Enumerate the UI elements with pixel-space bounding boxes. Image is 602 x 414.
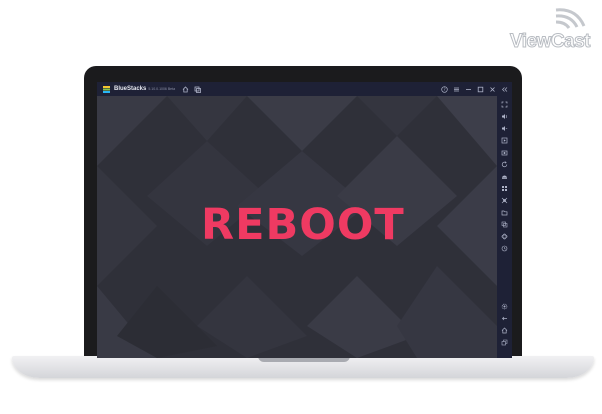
- controls-icon[interactable]: [500, 184, 509, 193]
- home-icon[interactable]: [500, 326, 509, 335]
- volume-down-icon[interactable]: [500, 124, 509, 133]
- game-viewport[interactable]: REBOOT: [97, 96, 497, 358]
- collapse-sidebar-icon[interactable]: [500, 85, 509, 94]
- folder-icon[interactable]: [500, 208, 509, 217]
- shake-icon[interactable]: [500, 172, 509, 181]
- svg-text:?: ?: [443, 87, 445, 92]
- game-logo-title: REBOOT: [201, 200, 405, 250]
- bluestacks-sidebar: [497, 96, 512, 358]
- eco-mode-icon[interactable]: [500, 232, 509, 241]
- recent-apps-icon[interactable]: [500, 338, 509, 347]
- wifi-signal-icon: [555, 8, 586, 29]
- macro-icon[interactable]: [500, 196, 509, 205]
- help-icon[interactable]: ?: [440, 85, 449, 94]
- close-icon[interactable]: [488, 85, 497, 94]
- video-record-icon[interactable]: [500, 136, 509, 145]
- screenshot-icon[interactable]: [500, 148, 509, 157]
- sync-icon[interactable]: [500, 244, 509, 253]
- multi-instance-icon[interactable]: [193, 85, 202, 94]
- app-version: 5.10.0.1006 Beta: [148, 87, 176, 91]
- back-icon[interactable]: [500, 314, 509, 323]
- laptop-screen: BlueStacks 5.10.0.1006 Beta ? REBOOT: [97, 82, 512, 358]
- bluestacks-titlebar: BlueStacks 5.10.0.1006 Beta ?: [97, 82, 512, 96]
- minimize-icon[interactable]: [464, 85, 473, 94]
- viewcast-watermark: ViewCast: [496, 4, 596, 54]
- app-title: BlueStacks: [114, 86, 147, 92]
- home-icon[interactable]: [181, 85, 190, 94]
- rotate-icon[interactable]: [500, 160, 509, 169]
- volume-up-icon[interactable]: [500, 112, 509, 121]
- maximize-icon[interactable]: [476, 85, 485, 94]
- bluestacks-logo-icon: [102, 85, 111, 94]
- fullscreen-icon[interactable]: [500, 100, 509, 109]
- menu-icon[interactable]: [452, 85, 461, 94]
- multi-instance-icon[interactable]: [500, 220, 509, 229]
- watermark-text: ViewCast: [509, 31, 591, 53]
- settings-icon[interactable]: [500, 302, 509, 311]
